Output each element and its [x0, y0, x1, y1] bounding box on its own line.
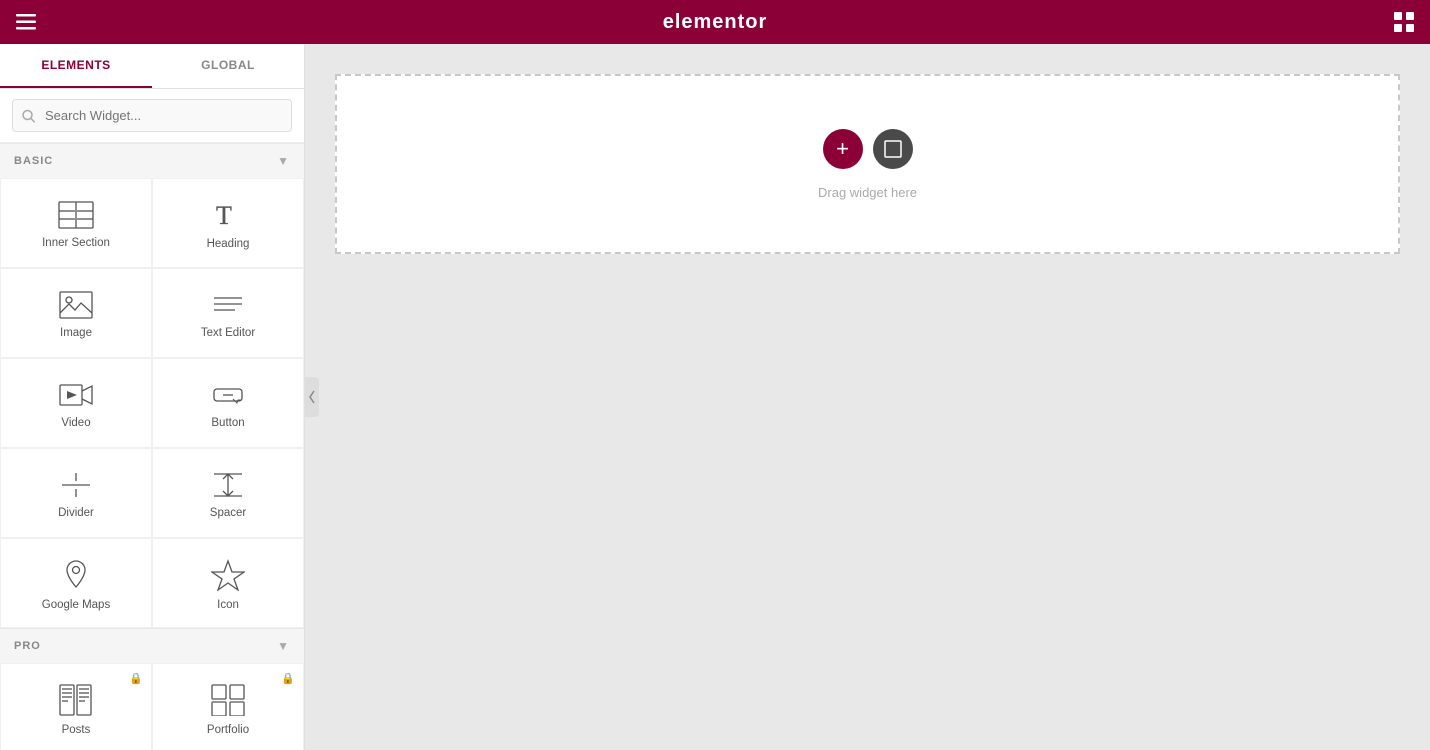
layout-button[interactable] [873, 129, 913, 169]
collapse-sidebar-handle[interactable] [305, 377, 319, 417]
google-maps-icon [59, 559, 93, 591]
text-editor-icon [211, 291, 245, 319]
widget-inner-section-label: Inner Section [42, 237, 110, 249]
heading-icon: T [212, 200, 244, 230]
sidebar: ELEMENTS GLOBAL BASIC ▼ [0, 44, 305, 750]
widget-divider-label: Divider [58, 507, 94, 519]
section-pro-label: PRO [14, 640, 41, 652]
chevron-down-icon: ▼ [277, 154, 290, 168]
widget-google-maps[interactable]: Google Maps [0, 538, 152, 628]
drop-label: Drag widget here [818, 185, 917, 200]
grid-icon[interactable] [1394, 12, 1414, 32]
widget-button[interactable]: Button [152, 358, 304, 448]
video-icon [59, 381, 93, 409]
tab-global[interactable]: GLOBAL [152, 44, 304, 88]
portfolio-icon [211, 684, 245, 716]
widget-text-editor[interactable]: Text Editor [152, 268, 304, 358]
widget-heading-label: Heading [207, 238, 250, 250]
section-basic-label: BASIC [14, 155, 53, 167]
canvas-inner: + Drag widget here [305, 44, 1430, 750]
widget-image[interactable]: Image [0, 268, 152, 358]
search-icon [22, 109, 35, 122]
lock-icon-portfolio: 🔒 [281, 672, 295, 685]
widget-button-label: Button [211, 417, 244, 429]
image-icon [59, 291, 93, 319]
icon-icon [211, 559, 245, 591]
widget-inner-section[interactable]: Inner Section [0, 178, 152, 268]
drop-zone-buttons: + [823, 129, 913, 169]
canvas-area: + Drag widget here [305, 44, 1430, 750]
svg-text:T: T [216, 201, 232, 230]
pro-widgets-grid: 🔒 Posts [0, 663, 304, 750]
inner-section-icon [58, 201, 94, 229]
tab-elements[interactable]: ELEMENTS [0, 44, 152, 88]
section-header-basic[interactable]: BASIC ▼ [0, 143, 304, 178]
widget-icon-label: Icon [217, 599, 239, 611]
widget-icon[interactable]: Icon [152, 538, 304, 628]
main-layout: ELEMENTS GLOBAL BASIC ▼ [0, 44, 1430, 750]
widget-google-maps-label: Google Maps [42, 599, 110, 611]
spacer-icon [211, 471, 245, 499]
search-input[interactable] [12, 99, 292, 132]
section-header-pro[interactable]: PRO ▼ [0, 628, 304, 663]
widget-video[interactable]: Video [0, 358, 152, 448]
add-widget-button[interactable]: + [823, 129, 863, 169]
widget-text-editor-label: Text Editor [201, 327, 255, 339]
widget-portfolio-label: Portfolio [207, 724, 249, 736]
widget-heading[interactable]: T Heading [152, 178, 304, 268]
posts-icon [59, 684, 93, 716]
sidebar-tabs: ELEMENTS GLOBAL [0, 44, 304, 89]
button-icon [211, 381, 245, 409]
widget-video-label: Video [61, 417, 90, 429]
divider-icon [59, 471, 93, 499]
chevron-down-icon-pro: ▼ [277, 639, 290, 653]
elementor-logo: elementor [36, 11, 1394, 34]
widget-divider[interactable]: Divider [0, 448, 152, 538]
widget-posts-label: Posts [62, 724, 91, 736]
widget-image-label: Image [60, 327, 92, 339]
widget-spacer[interactable]: Spacer [152, 448, 304, 538]
basic-widgets-grid: Inner Section T Heading [0, 178, 304, 628]
widget-posts[interactable]: 🔒 Posts [0, 663, 152, 750]
drop-zone: + Drag widget here [335, 74, 1400, 254]
lock-icon-posts: 🔒 [129, 672, 143, 685]
top-header: elementor [0, 0, 1430, 44]
search-container [0, 89, 304, 143]
widget-spacer-label: Spacer [210, 507, 246, 519]
hamburger-menu-icon[interactable] [16, 14, 36, 30]
widget-portfolio[interactable]: 🔒 Portfolio [152, 663, 304, 750]
